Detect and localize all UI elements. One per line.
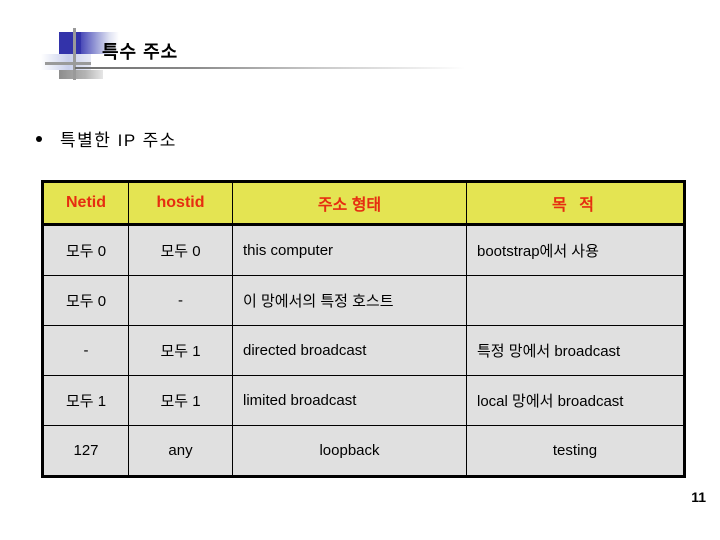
title-decoration-horizontal-line	[45, 62, 91, 65]
title-decoration-gray-band	[59, 70, 103, 79]
bullet-point-icon	[36, 135, 42, 142]
cell-hostid: any	[128, 425, 233, 477]
title-decoration-vertical-line	[73, 28, 76, 80]
cell-netid: 모두 0	[42, 224, 129, 276]
page-title: 특수 주소	[102, 42, 179, 62]
table-header-row: Netid hostid 주소 형태 목 적	[42, 181, 685, 226]
table-header: Netid hostid 주소 형태 목 적	[42, 181, 685, 226]
column-header-form: 주소 형태	[232, 181, 467, 226]
cell-purpose: bootstrap에서 사용	[466, 224, 685, 276]
cell-hostid: 모두 1	[128, 325, 233, 376]
cell-address-form: 이 망에서의 특정 호스트	[232, 275, 467, 326]
title-decoration-blue-square	[59, 32, 81, 54]
cell-hostid: 모두 0	[128, 224, 233, 276]
cell-address-form: limited broadcast	[232, 375, 467, 426]
cell-purpose	[466, 275, 685, 326]
column-header-netid: Netid	[42, 181, 129, 226]
table-row: 모두 0-이 망에서의 특정 호스트	[42, 275, 685, 326]
special-addresses-table: Netid hostid 주소 형태 목 적 모두 0 모두 0 this comp…	[41, 180, 686, 478]
cell-netid: 모두 0	[42, 275, 129, 326]
page-number: 11	[691, 489, 706, 505]
table-row: 모두 0 모두 0 this computer bootstrap에서 사용	[42, 224, 685, 276]
bullet-list-item: 특별한 IP 주소	[36, 126, 177, 151]
cell-netid: -	[42, 325, 129, 376]
table-body: 모두 0 모두 0 this computer bootstrap에서 사용 모두 0-…	[42, 224, 685, 477]
cell-purpose: testing	[466, 425, 685, 477]
cell-hostid: -	[128, 275, 233, 326]
column-header-hostid: hostid	[128, 181, 233, 226]
table-row: - 모두 1 directed broadcast 특정 망에서 broadcast	[42, 325, 685, 376]
slide-title-block: 특수 주소	[0, 0, 720, 100]
cell-purpose: local 망에서 broadcast	[466, 375, 685, 426]
cell-purpose: 특정 망에서 broadcast	[466, 325, 685, 376]
cell-address-form: this computer	[232, 224, 467, 276]
cell-address-form: loopback	[232, 425, 467, 477]
cell-netid: 127	[42, 425, 129, 477]
cell-hostid: 모두 1	[128, 375, 233, 426]
cell-address-form: directed broadcast	[232, 325, 467, 376]
table-row: 127 any loopback testing	[42, 425, 685, 477]
bullet-item-label: 특별한 IP 주소	[60, 131, 177, 150]
table-row: 모두 1 모두 1 limited broadcast local 망에서 broad…	[42, 375, 685, 426]
title-underline-rule	[75, 67, 465, 69]
cell-netid: 모두 1	[42, 375, 129, 426]
column-header-purpose: 목 적	[466, 181, 685, 226]
